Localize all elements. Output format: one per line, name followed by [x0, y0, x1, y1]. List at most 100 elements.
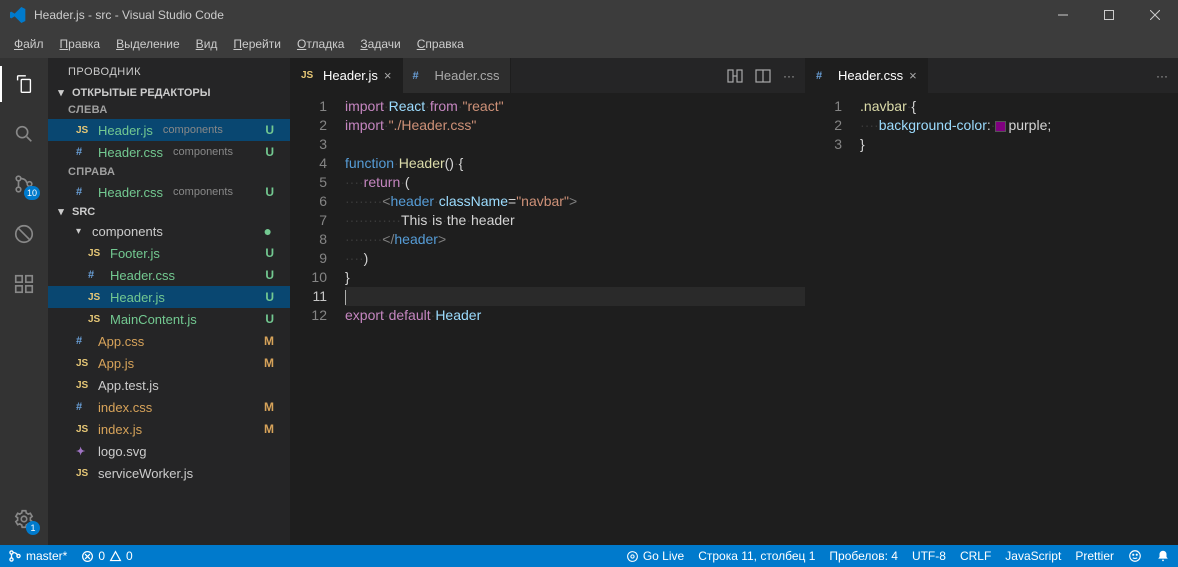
file-name: App.js [98, 356, 134, 371]
file-name: logo.svg [98, 444, 146, 459]
file-path: components [173, 186, 233, 198]
encoding[interactable]: UTF-8 [912, 549, 946, 563]
feedback-icon[interactable] [1128, 549, 1142, 563]
settings-tab[interactable]: 1 [0, 501, 48, 537]
go-live-button[interactable]: Go Live [626, 549, 684, 563]
git-status-badge: U [265, 290, 282, 304]
menu-bar: ФайлПравкаВыделениеВидПерейтиОтладкаЗада… [0, 30, 1178, 58]
file-name: index.js [98, 422, 142, 437]
cursor-position[interactable]: Строка 11, столбец 1 [698, 549, 815, 563]
js-icon: JS [76, 468, 92, 479]
git-status-badge: M [264, 356, 282, 370]
tab-label: Header.js [323, 68, 378, 83]
file-path: components [173, 146, 233, 158]
js-icon: JS [88, 248, 104, 259]
css-icon: # [76, 186, 92, 198]
file-item[interactable]: JSHeader.jsU [48, 286, 290, 308]
open-editors-header[interactable]: ▾ОТКРЫТЫЕ РЕДАКТОРЫ [48, 84, 290, 101]
file-item[interactable]: #Header.cssU [48, 264, 290, 286]
git-status-badge: U [265, 123, 282, 137]
maximize-button[interactable] [1086, 0, 1132, 30]
git-status-badge: U [265, 312, 282, 326]
split-editor-icon[interactable] [755, 68, 771, 84]
scm-tab[interactable]: 10 [0, 166, 48, 202]
more-actions-icon[interactable]: ··· [1156, 69, 1168, 83]
menu-item[interactable]: Выделение [108, 33, 188, 55]
activity-bar: 10 1 [0, 58, 48, 545]
css-icon: # [76, 146, 92, 158]
code-editor-right[interactable]: 123 .navbar·{····background-color:·purpl… [806, 93, 1178, 545]
prettier-status[interactable]: Prettier [1075, 549, 1114, 563]
file-item[interactable]: JSFooter.jsU [48, 242, 290, 264]
tabs-right: #Header.css× ··· [806, 58, 1178, 93]
debug-tab[interactable] [0, 216, 48, 252]
file-item[interactable]: JS App.test.js [48, 374, 290, 396]
menu-item[interactable]: Отладка [289, 33, 352, 55]
status-bar: master* 0 0 Go Live Строка 11, столбец 1… [0, 545, 1178, 567]
modified-dot-icon: ● [264, 223, 272, 239]
menu-item[interactable]: Вид [188, 33, 226, 55]
folder-components[interactable]: ▾components● [48, 220, 290, 242]
close-tab-icon[interactable]: × [384, 68, 392, 83]
editor-tab[interactable]: #Header.css× [806, 58, 928, 93]
css-icon: # [76, 335, 92, 347]
indentation[interactable]: Пробелов: 4 [829, 549, 898, 563]
problems-indicator[interactable]: 0 0 [81, 549, 132, 563]
file-item[interactable]: JSHeader.jscomponentsU [48, 119, 290, 141]
title-bar: Header.js - src - Visual Studio Code [0, 0, 1178, 30]
explorer-tab[interactable] [0, 66, 48, 102]
close-tab-icon[interactable]: × [909, 68, 917, 83]
extensions-tab[interactable] [0, 266, 48, 302]
file-name: Header.css [98, 185, 163, 200]
js-icon: JS [76, 380, 92, 391]
css-icon: # [413, 70, 429, 82]
more-actions-icon[interactable]: ··· [783, 69, 795, 83]
file-item[interactable]: JSindex.jsM [48, 418, 290, 440]
menu-item[interactable]: Правка [52, 33, 109, 55]
file-path: components [163, 124, 223, 136]
branch-indicator[interactable]: master* [8, 549, 67, 563]
close-button[interactable] [1132, 0, 1178, 30]
js-icon: JS [76, 424, 92, 435]
file-item[interactable]: ✦ logo.svg [48, 440, 290, 462]
sidebar-title: ПРОВОДНИК [48, 58, 290, 84]
menu-item[interactable]: Задачи [352, 33, 408, 55]
editor-tab[interactable]: # Header.css [403, 58, 511, 93]
file-name: Header.css [98, 145, 163, 160]
file-item[interactable]: # Header.css components U [48, 181, 290, 203]
file-item[interactable]: JSApp.jsM [48, 352, 290, 374]
language-mode[interactable]: JavaScript [1005, 549, 1061, 563]
file-item[interactable]: #index.cssM [48, 396, 290, 418]
file-item[interactable]: #App.cssM [48, 330, 290, 352]
search-tab[interactable] [0, 116, 48, 152]
file-item[interactable]: #Header.csscomponentsU [48, 141, 290, 163]
svg-icon: ✦ [76, 445, 92, 458]
tab-label: Header.css [435, 68, 500, 83]
js-icon: JS [301, 70, 317, 81]
file-name: App.test.js [98, 378, 159, 393]
file-name: MainContent.js [110, 312, 197, 327]
menu-item[interactable]: Файл [6, 33, 52, 55]
minimize-button[interactable] [1040, 0, 1086, 30]
window-title: Header.js - src - Visual Studio Code [28, 8, 1040, 22]
file-item[interactable]: JS serviceWorker.js [48, 462, 290, 484]
editor-pane-right: #Header.css× ··· 123 .navbar·{····backgr… [805, 58, 1178, 545]
eol[interactable]: CRLF [960, 549, 991, 563]
git-status-badge: U [265, 185, 282, 199]
file-name: Header.js [98, 123, 153, 138]
folder-root-header[interactable]: ▾SRC [48, 203, 290, 220]
scm-badge: 10 [24, 186, 40, 200]
tabs-left: JS Header.js × # Header.css ··· [291, 58, 805, 93]
notifications-icon[interactable] [1156, 549, 1170, 563]
menu-item[interactable]: Перейти [225, 33, 289, 55]
compare-changes-icon[interactable] [727, 68, 743, 84]
editor-tab[interactable]: JS Header.js × [291, 58, 403, 93]
menu-item[interactable]: Справка [409, 33, 472, 55]
file-name: Header.css [110, 268, 175, 283]
file-item[interactable]: JSMainContent.jsU [48, 308, 290, 330]
git-status-badge: U [265, 268, 282, 282]
code-editor-left[interactable]: 123456789101112 import·React·from·"react… [291, 93, 805, 545]
tab-label: Header.css [838, 68, 903, 83]
file-name: serviceWorker.js [98, 466, 193, 481]
group-left-label: СЛЕВА [48, 101, 290, 119]
